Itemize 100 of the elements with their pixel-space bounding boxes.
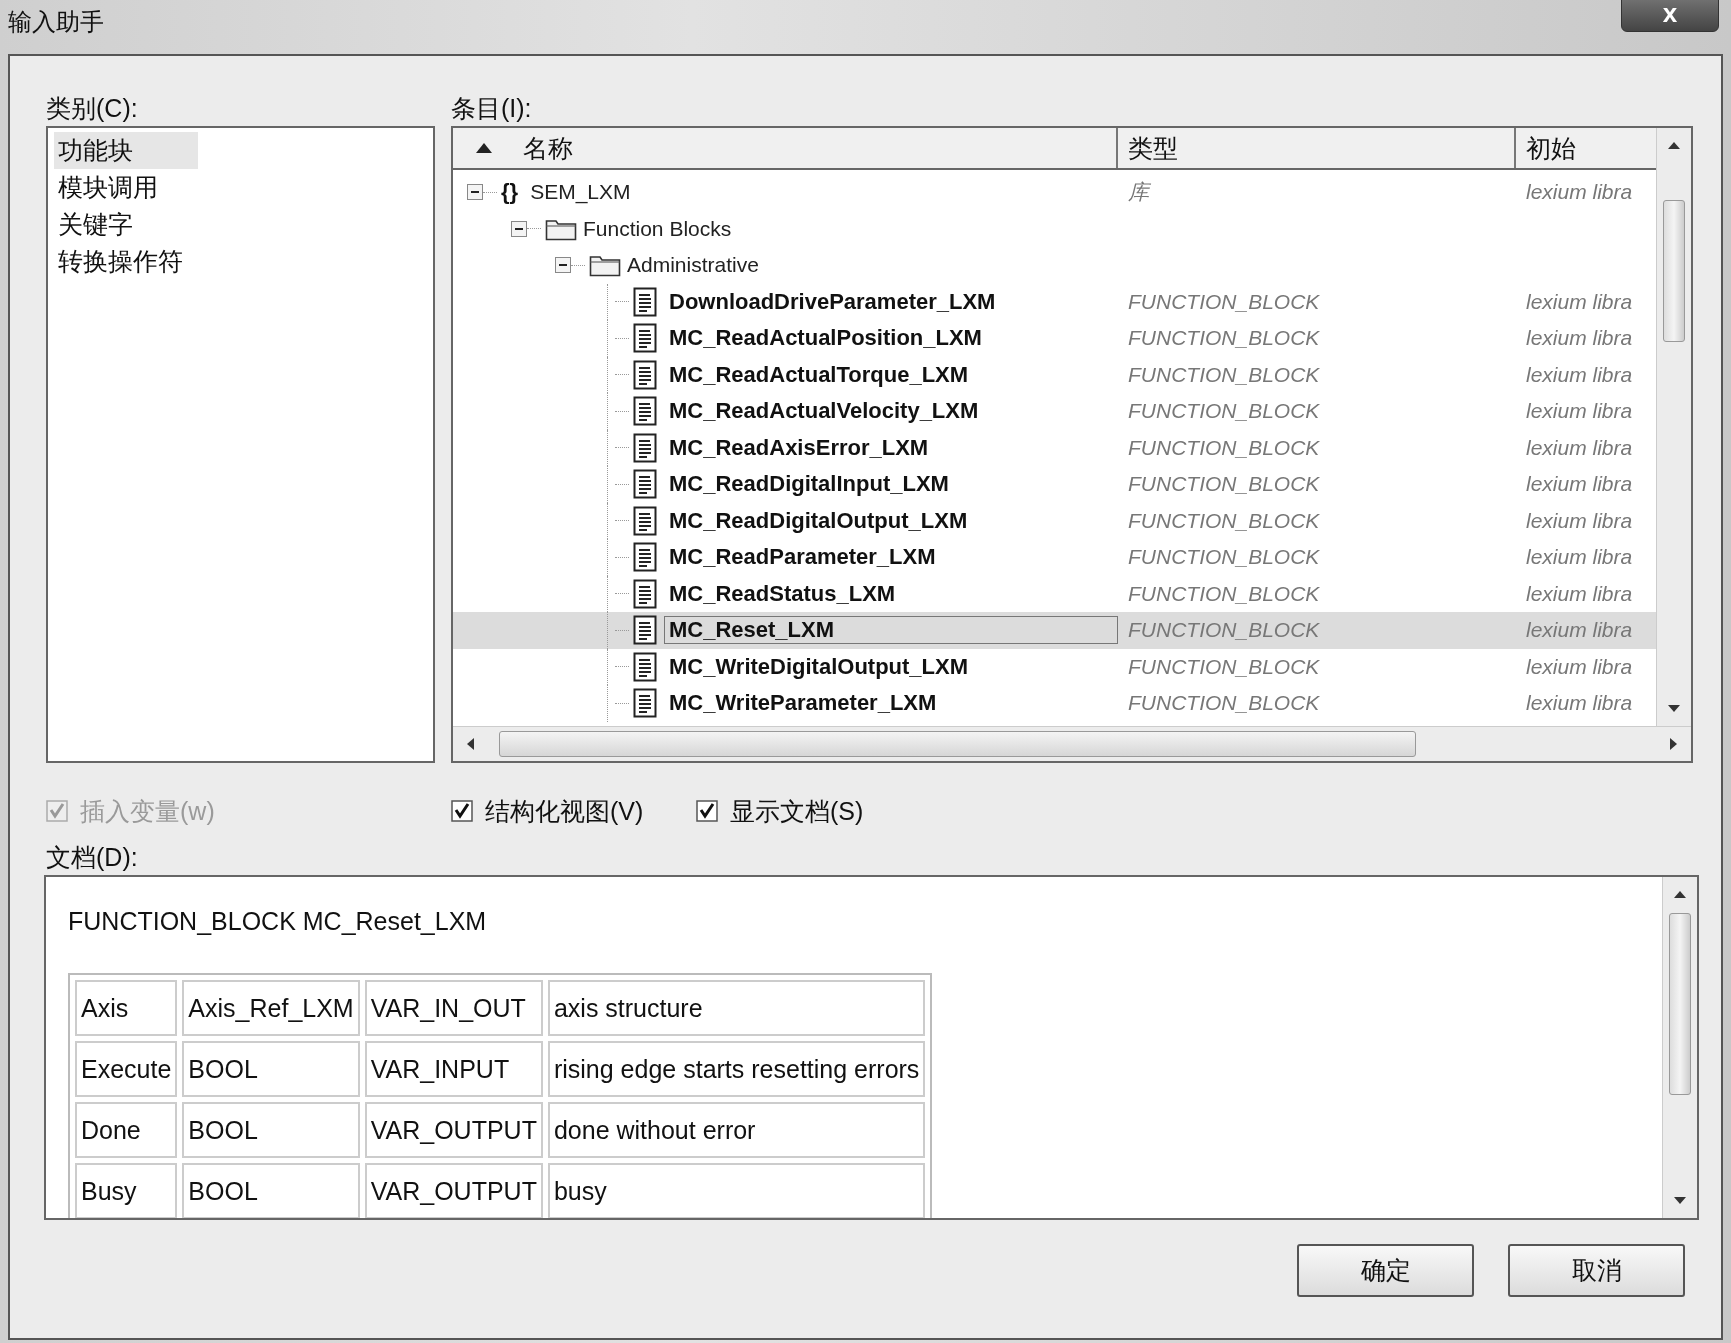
tree-item-init: lexium libra bbox=[1526, 326, 1633, 350]
tree-item-init: lexium libra bbox=[1526, 654, 1633, 678]
option-label[interactable]: 显示文档(S) bbox=[730, 794, 864, 828]
table-cell: busy bbox=[547, 1163, 926, 1218]
document-icon bbox=[633, 396, 657, 427]
tree-item-name: MC_ReadDigitalInput_LXM bbox=[669, 471, 949, 498]
scroll-down-icon[interactable] bbox=[1667, 704, 1681, 714]
window-title: 输入助手 bbox=[8, 7, 104, 37]
tree-item-name: MC_ReadAxisError_LXM bbox=[669, 434, 929, 461]
document-icon bbox=[633, 469, 657, 500]
tree-row[interactable]: MC_ReadAxisError_LXM FUNCTION_BLOCK lexium libra bbox=[453, 429, 1656, 466]
tree-item-init: lexium libra bbox=[1526, 399, 1633, 423]
document-icon bbox=[633, 286, 657, 317]
scroll-down-icon[interactable] bbox=[1673, 1196, 1687, 1206]
tree-row[interactable]: MC_ReadStatus_LXM FUNCTION_BLOCK lexium libra bbox=[453, 575, 1656, 612]
column-header[interactable]: 初始 bbox=[1516, 128, 1656, 168]
tree-item-name: MC_ReadParameter_LXM bbox=[669, 544, 936, 571]
tree-item-type: FUNCTION_BLOCK bbox=[1128, 581, 1320, 605]
tree-item-init: lexium libra bbox=[1526, 180, 1633, 204]
close-button[interactable]: x bbox=[1621, 0, 1719, 32]
tree-item-type: FUNCTION_BLOCK bbox=[1128, 289, 1320, 313]
tree-item-type: FUNCTION_BLOCK bbox=[1128, 545, 1320, 569]
vertical-scrollbar[interactable] bbox=[1656, 128, 1691, 726]
collapse-toggle-icon[interactable] bbox=[511, 220, 527, 237]
collapse-toggle-icon[interactable] bbox=[555, 257, 571, 274]
tree-item-type: FUNCTION_BLOCK bbox=[1128, 435, 1320, 459]
scroll-right-icon[interactable] bbox=[1669, 737, 1679, 751]
tree-row[interactable]: DownloadDriveParameter_LXM FUNCTION_BLOCK lexium libra bbox=[453, 283, 1656, 320]
tree-row[interactable]: Function Blocks bbox=[453, 210, 1656, 247]
vertical-scrollbar[interactable] bbox=[1662, 877, 1697, 1218]
document-icon bbox=[633, 432, 657, 463]
tree-row[interactable]: MC_ReadActualVelocity_LXM FUNCTION_BLOCK lexium libra bbox=[453, 393, 1656, 430]
tree-item-name: MC_WriteParameter_LXM bbox=[669, 690, 937, 717]
column-header[interactable]: 名称 bbox=[453, 128, 1118, 168]
document-icon bbox=[633, 615, 657, 646]
tree-item-name: MC_ReadStatus_LXM bbox=[669, 580, 896, 607]
document-icon bbox=[633, 578, 657, 609]
horizontal-scrollbar[interactable] bbox=[453, 726, 1691, 761]
tree-item-name: MC_Reset_LXM bbox=[664, 616, 1118, 645]
tree-item-type: FUNCTION_BLOCK bbox=[1128, 618, 1320, 642]
category-label: 类别(C): bbox=[46, 93, 139, 124]
tree-item-type: FUNCTION_BLOCK bbox=[1128, 362, 1320, 386]
checkbox[interactable] bbox=[451, 800, 473, 822]
document-icon bbox=[633, 505, 657, 536]
table-cell: Execute bbox=[75, 1041, 178, 1097]
document-icon bbox=[633, 688, 657, 719]
document-icon bbox=[633, 359, 657, 390]
tree-item-name: SEM_LXM bbox=[530, 180, 631, 205]
category-item[interactable]: 转换操作符 bbox=[54, 243, 198, 280]
category-item[interactable]: 模块调用 bbox=[54, 169, 198, 206]
cancel-button[interactable]: 取消 bbox=[1508, 1244, 1685, 1297]
option-label[interactable]: 结构化视图(V) bbox=[485, 794, 644, 828]
tree-item-init: lexium libra bbox=[1526, 508, 1633, 532]
tree-row[interactable]: MC_ReadDigitalOutput_LXM FUNCTION_BLOCK lexium libra bbox=[453, 502, 1656, 539]
sort-ascending-icon bbox=[475, 142, 493, 154]
table-cell: rising edge starts resetting errors bbox=[547, 1041, 926, 1097]
tree-item-type: FUNCTION_BLOCK bbox=[1128, 326, 1320, 350]
tree-item-type: FUNCTION_BLOCK bbox=[1128, 691, 1320, 715]
scrollbar-thumb[interactable] bbox=[1663, 200, 1685, 342]
scrollbar-thumb[interactable] bbox=[1669, 913, 1691, 1095]
tree-row[interactable]: MC_WriteParameter_LXM FUNCTION_BLOCK lexium libra bbox=[453, 685, 1656, 722]
scroll-up-icon[interactable] bbox=[1667, 140, 1681, 150]
table-cell: done without error bbox=[547, 1102, 926, 1158]
table-cell: axis structure bbox=[547, 980, 926, 1036]
table-cell: Axis_Ref_LXM bbox=[182, 980, 360, 1036]
tree-item-init: lexium libra bbox=[1526, 691, 1633, 715]
tree-item-name: Administrative bbox=[627, 253, 759, 278]
table-cell: Busy bbox=[75, 1163, 178, 1218]
table-cell: VAR_OUTPUT bbox=[364, 1163, 543, 1218]
scroll-left-icon[interactable] bbox=[465, 737, 475, 751]
tree-item-init: lexium libra bbox=[1526, 581, 1633, 605]
scrollbar-thumb[interactable] bbox=[499, 731, 1416, 757]
checkbox[interactable] bbox=[696, 800, 718, 822]
tree-row[interactable]: Administrative bbox=[453, 247, 1656, 284]
scroll-up-icon[interactable] bbox=[1673, 889, 1687, 899]
tree-item-type: FUNCTION_BLOCK bbox=[1128, 654, 1320, 678]
tree-item-init: lexium libra bbox=[1526, 362, 1633, 386]
category-item[interactable]: 功能块 bbox=[54, 132, 198, 169]
document-icon bbox=[633, 542, 657, 573]
category-item[interactable]: 关键字 bbox=[54, 206, 198, 243]
table-cell: BOOL bbox=[182, 1163, 360, 1218]
table-cell: Axis bbox=[75, 980, 178, 1036]
ok-button[interactable]: 确定 bbox=[1297, 1244, 1474, 1297]
tree-row[interactable]: {} SEM_LXM 库 lexium libra bbox=[453, 174, 1656, 211]
tree-row[interactable]: MC_ReadActualTorque_LXM FUNCTION_BLOCK lexium libra bbox=[453, 356, 1656, 393]
tree-item-name: MC_ReadActualPosition_LXM bbox=[669, 325, 982, 352]
tree-item-type: FUNCTION_BLOCK bbox=[1128, 508, 1320, 532]
tree-row[interactable]: MC_WriteDigitalOutput_LXM FUNCTION_BLOCK lexium libra bbox=[453, 648, 1656, 685]
column-header[interactable]: 类型 bbox=[1118, 128, 1516, 168]
tree-row[interactable]: MC_ReadActualPosition_LXM FUNCTION_BLOCK lexium libra bbox=[453, 320, 1656, 357]
tree-row[interactable]: MC_Reset_LXM FUNCTION_BLOCK lexium libra bbox=[453, 612, 1656, 649]
document-icon bbox=[633, 651, 657, 682]
tree-item-name: MC_WriteDigitalOutput_LXM bbox=[669, 653, 969, 680]
tree-row[interactable]: MC_ReadDigitalInput_LXM FUNCTION_BLOCK lexium libra bbox=[453, 466, 1656, 503]
table-cell: VAR_IN_OUT bbox=[364, 980, 543, 1036]
tree-item-name: Function Blocks bbox=[583, 216, 732, 241]
collapse-toggle-icon[interactable] bbox=[467, 184, 483, 201]
tree-row[interactable]: MC_ReadParameter_LXM FUNCTION_BLOCK lexium libra bbox=[453, 539, 1656, 576]
tree-item-init: lexium libra bbox=[1526, 435, 1633, 459]
table-cell: BOOL bbox=[182, 1102, 360, 1158]
